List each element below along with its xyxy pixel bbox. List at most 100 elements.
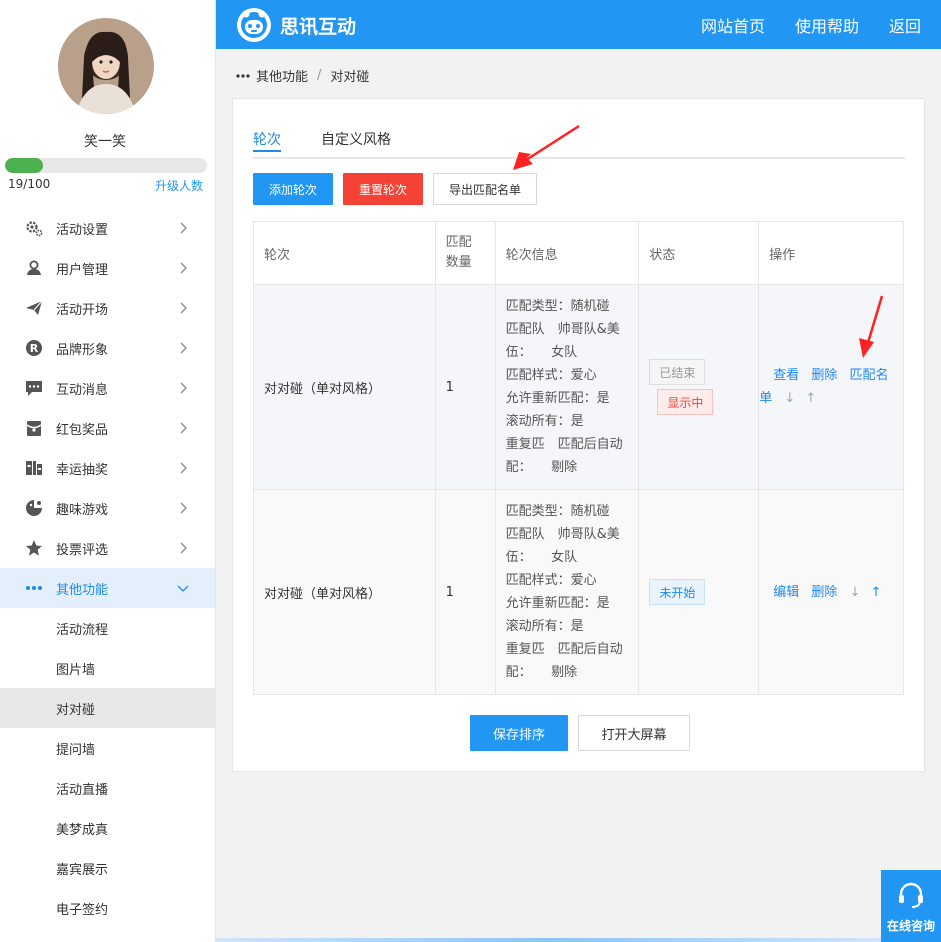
save-order-button[interactable]: 保存排序 [470,715,568,751]
submenu-item-e-sign[interactable]: 电子签约 [0,888,215,928]
round-ops: 编辑 删除 ↓ ↑ [758,489,904,695]
breadcrumb-parent[interactable]: 其他功能 [256,66,308,85]
sidebar-item-lucky-draw[interactable]: 幸运抽奖 [0,448,215,488]
info-line: 重复匹 匹配后自动 [505,437,623,452]
nav-home[interactable]: 网站首页 [701,13,765,37]
username: 笑一笑 [84,134,126,150]
move-down-icon[interactable]: ↓ [850,585,861,600]
col-header-info: 轮次信息 [494,221,640,285]
sidebar-item-label: 其他功能 [56,582,109,598]
edit-link[interactable]: 编辑 [773,585,799,600]
breadcrumb-current: 对对碰 [330,70,370,85]
info-line: 重复匹 匹配后自动 [505,642,623,657]
app-root: 笑一笑 19/100 升级人数 活动设置 用户管理 活动开场 R 品牌形象 互动… [0,0,941,942]
table-row: 对对碰（单对风格） 1 匹配类型：随机碰 匹配队 帅哥队&美 伍： 女队 匹配样… [253,489,904,695]
submenu-item-pairing[interactable]: 对对碰 [0,688,215,728]
breadcrumb: 其他功能 / 对对碰 [236,66,369,85]
open-big-screen-button[interactable]: 打开大屏幕 [578,715,690,751]
sidebar-item-activity-settings[interactable]: 活动设置 [0,208,215,248]
online-consult-button[interactable]: 在线咨询 [881,870,941,942]
match-list-link[interactable]: 匹配名 [850,368,889,383]
sidebar-item-user-management[interactable]: 用户管理 [0,248,215,288]
submenu-item-activity-flow[interactable]: 活动流程 [0,608,215,648]
main-card: 轮次 自定义风格 添加轮次 重置轮次 导出匹配名单 轮次 匹配 数量 轮次信息 … [232,98,925,772]
delete-link[interactable]: 删除 [811,368,837,383]
brand-name: 思讯互动 [280,16,357,38]
chat-icon [24,378,44,398]
submenu-item-guest-showcase[interactable]: 嘉宾展示 [0,848,215,888]
sidebar-item-brand-image[interactable]: R 品牌形象 [0,328,215,368]
tab-custom-style[interactable]: 自定义风格 [321,129,391,149]
match-list-link-cont[interactable]: 单 [759,391,772,406]
sidebar-item-label: 品牌形象 [56,342,109,358]
sidebar-item-label: 用户管理 [56,262,109,278]
sidebar-item-other-functions[interactable]: 其他功能 [0,568,215,608]
more-dots-icon [236,73,250,78]
submenu-item-question-wall[interactable]: 提问墙 [0,728,215,768]
round-info: 匹配类型：随机碰 匹配队 帅哥队&美 伍： 女队 匹配样式：爱心 允许重新匹配：… [494,489,640,695]
info-line: 匹配类型：随机碰 [505,504,610,519]
submenu-item-dream-come-true[interactable]: 美梦成真 [0,808,215,848]
rounds-table: 轮次 匹配 数量 轮次信息 状态 操作 对对碰（单对风格） 1 匹配类型：随机碰… [253,221,904,695]
info-line: 伍： 女队 [505,550,578,565]
move-up-icon[interactable]: ↑ [805,391,816,406]
export-match-list-button[interactable]: 导出匹配名单 [433,173,537,205]
bottom-accent-line [216,938,881,942]
paper-plane-icon [24,298,44,318]
nav-help[interactable]: 使用帮助 [795,13,859,37]
nav-back[interactable]: 返回 [889,13,921,37]
table-header-row: 轮次 匹配 数量 轮次信息 状态 操作 [253,221,904,285]
headset-icon [899,882,923,908]
quota-count: 19/100 [8,177,51,191]
chevron-down-icon [177,585,189,592]
sidebar-item-fun-games[interactable]: 趣味游戏 [0,488,215,528]
submenu-item-photo-wall[interactable]: 图片墙 [0,648,215,688]
sidebar-item-label: 幸运抽奖 [56,462,109,478]
move-up-icon[interactable]: ↑ [871,585,882,600]
reset-rounds-button[interactable]: 重置轮次 [343,173,423,205]
red-packet-icon [24,418,44,438]
gear-icon [24,218,44,238]
top-bar: 思讯互动 网站首页 使用帮助 返回 [216,0,941,49]
status-badge-not-started: 未开始 [649,579,706,605]
online-consult-label: 在线咨询 [886,919,935,933]
match-count: 1 [434,284,496,490]
chevron-right-icon [180,422,187,434]
col-header-count-line: 数量 [445,255,472,270]
table-row: 对对碰（单对风格） 1 匹配类型：随机碰 匹配队 帅哥队&美 伍： 女队 匹配样… [253,284,904,490]
upgrade-link[interactable]: 升级人数 [155,177,203,194]
avatar[interactable] [58,18,154,114]
sidebar-item-interactive-messages[interactable]: 互动消息 [0,368,215,408]
sidebar-item-label: 活动开场 [56,302,109,318]
sidebar-item-label: 互动消息 [56,382,109,398]
status-badge-ended: 已结束 [649,359,706,385]
sidebar-item-voting[interactable]: 投票评选 [0,528,215,568]
status-badge-displaying: 显示中 [657,389,714,415]
add-round-button[interactable]: 添加轮次 [253,173,333,205]
more-dots-icon [24,578,44,598]
logo-icon[interactable] [236,7,272,43]
lottery-icon [24,458,44,478]
info-line: 匹配样式：爱心 [505,573,597,588]
chevron-right-icon [180,262,187,274]
svg-text:R: R [30,342,39,355]
chevron-right-icon [180,542,187,554]
submenu-item-live-stream[interactable]: 活动直播 [0,768,215,808]
sidebar-item-activity-opening[interactable]: 活动开场 [0,288,215,328]
tab-rounds[interactable]: 轮次 [253,129,281,152]
user-icon [24,258,44,278]
game-icon [24,498,44,518]
col-header-status: 状态 [638,221,760,285]
sidebar-item-red-packets[interactable]: 红包奖品 [0,408,215,448]
sidebar-item-label: 投票评选 [56,542,109,558]
info-line: 匹配队 帅哥队&美 [505,527,620,542]
move-down-icon[interactable]: ↓ [784,391,795,406]
view-link[interactable]: 查看 [773,368,799,383]
chevron-right-icon [180,222,187,234]
chevron-right-icon [180,502,187,514]
chevron-right-icon [180,382,187,394]
sidebar-item-label: 趣味游戏 [56,502,109,518]
info-line: 伍： 女队 [505,345,578,360]
info-line: 匹配队 帅哥队&美 [505,322,620,337]
delete-link[interactable]: 删除 [811,585,837,600]
